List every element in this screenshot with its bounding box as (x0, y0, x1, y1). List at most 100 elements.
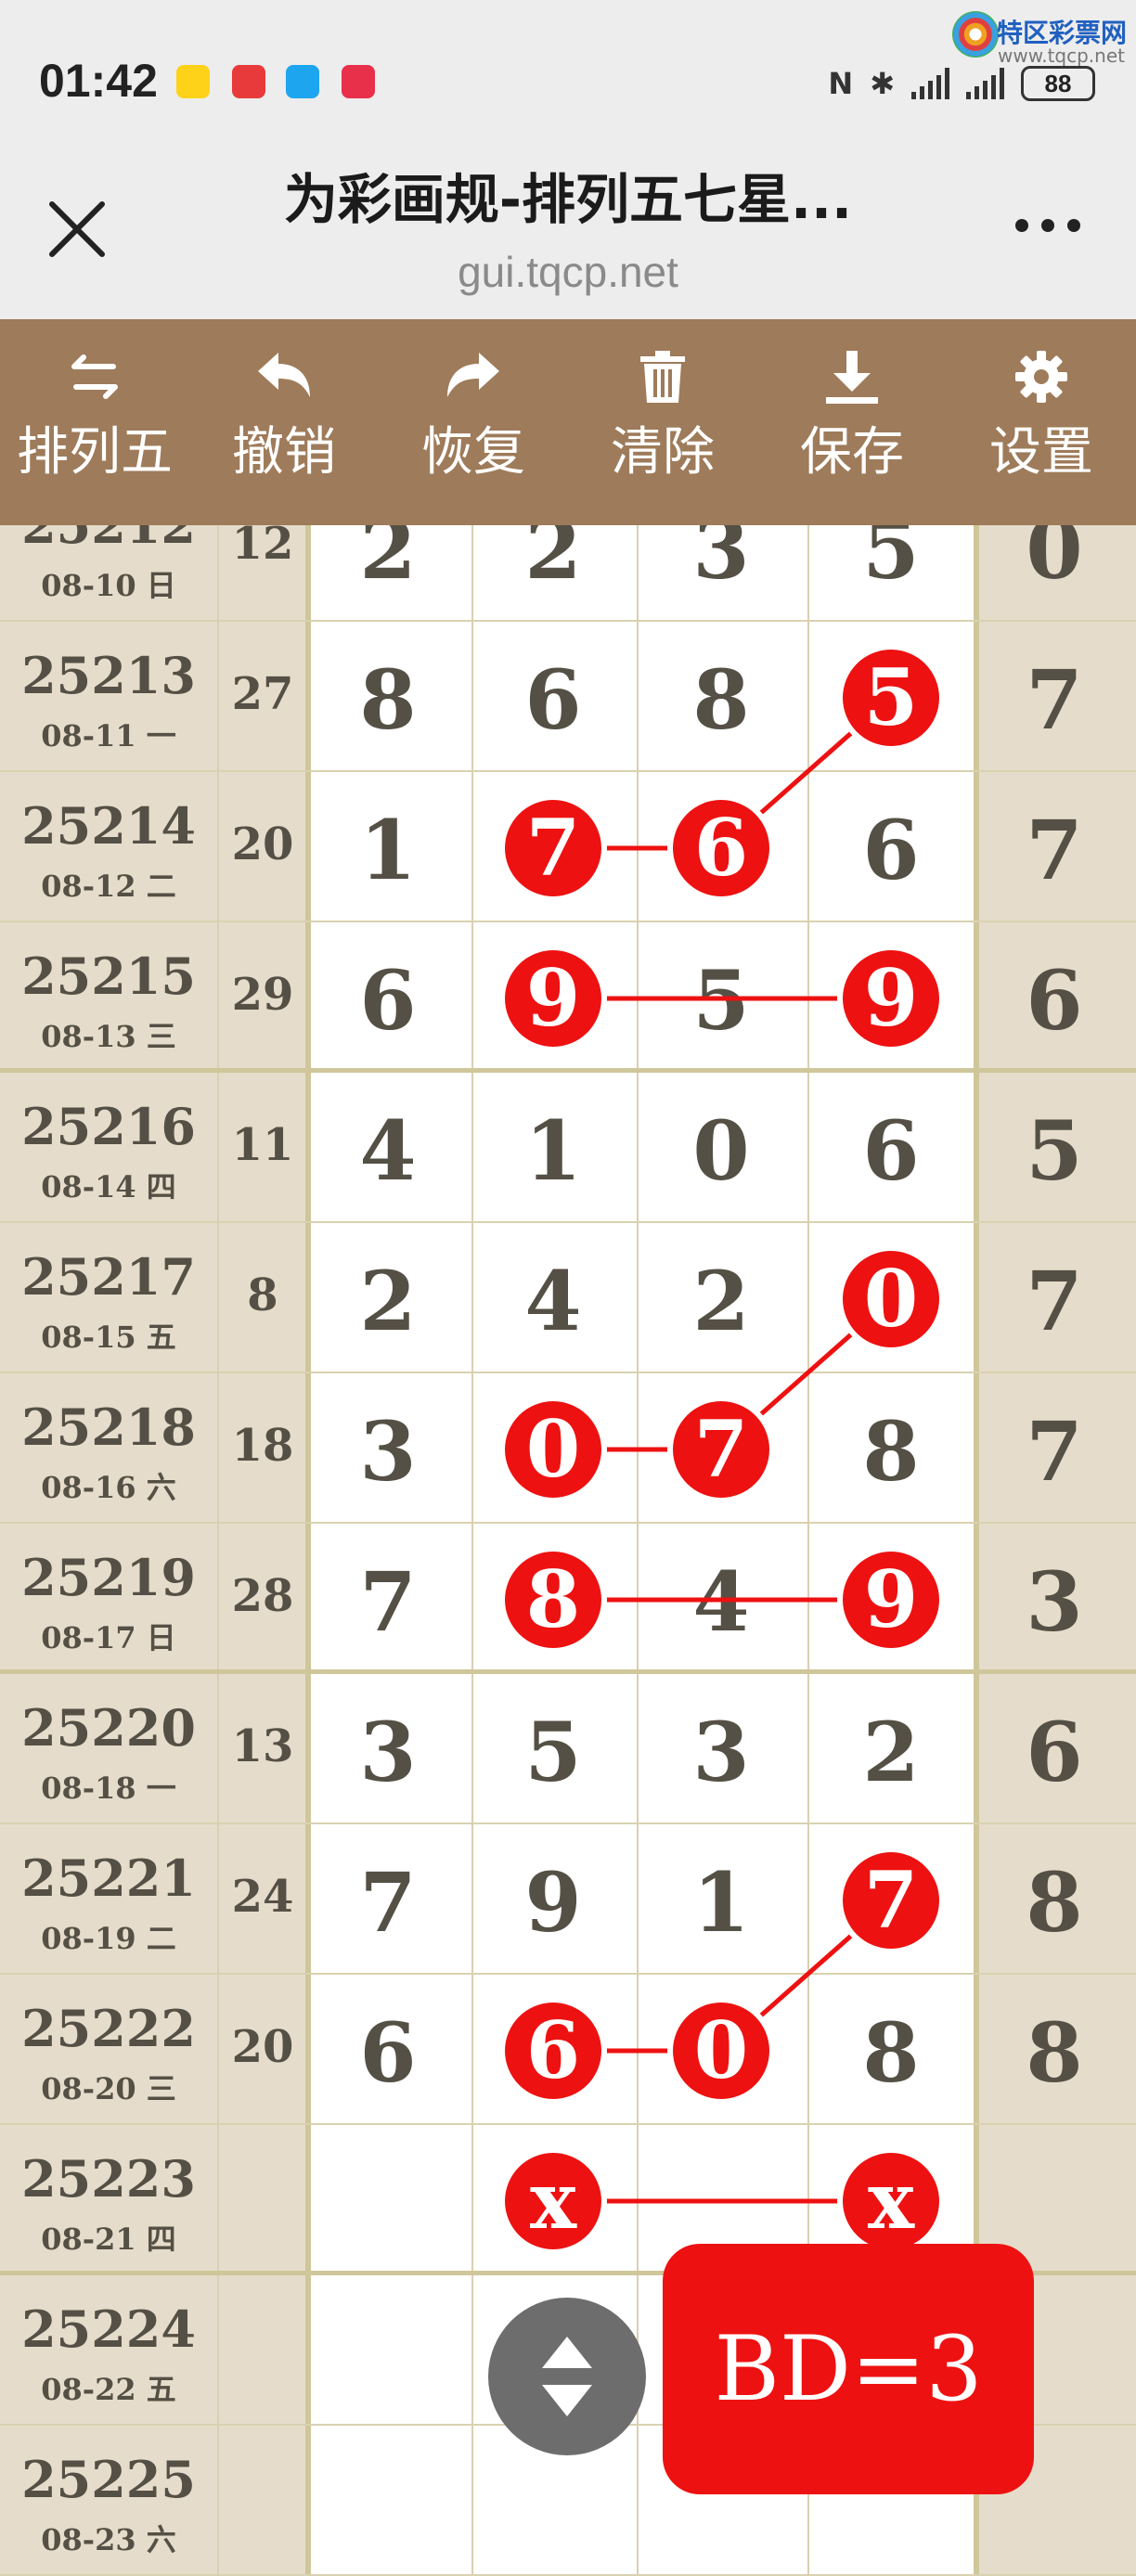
issue-number: 25212 (21, 525, 196, 555)
digit-cell[interactable]: 5 (675, 954, 768, 1047)
gear-icon (1012, 347, 1071, 406)
digit-cell[interactable]: 7 (342, 1856, 434, 1949)
undo-button[interactable]: 撤销 (189, 319, 379, 525)
digit-cell[interactable]: 3 (342, 1405, 434, 1498)
draw-row[interactable]: 25214 08-12 二 20 1 7 6 6 7 (0, 772, 1136, 922)
draw-row[interactable]: 25220 08-18 一 13 3 5 3 2 6 (0, 1674, 1136, 1824)
digit-cell[interactable]: 1 (675, 1856, 768, 1949)
digit-cell[interactable]: 3 (342, 1706, 434, 1798)
digit-cell[interactable]: 3 (675, 525, 768, 596)
digit-sum: 18 (231, 1420, 294, 1472)
settings-button[interactable]: 设置 (947, 319, 1136, 525)
digit-cell[interactable]: 6 (845, 804, 937, 896)
digit-cell[interactable]: 0 (1008, 525, 1101, 596)
issue-number: 25218 (21, 1397, 196, 1457)
digit-cell[interactable]: 9 (507, 1856, 600, 1949)
draw-row[interactable]: 25219 08-17 日 28 7 8 4 9 3 (0, 1524, 1136, 1674)
status-time: 01:42 (39, 55, 158, 107)
marked-digit-ball[interactable]: 9 (505, 950, 601, 1047)
red-app-notification-icon (232, 65, 265, 98)
digit-cell[interactable]: 3 (675, 1706, 768, 1798)
marked-digit-ball[interactable]: 0 (843, 1251, 939, 1347)
marked-digit-ball[interactable]: 6 (505, 2003, 601, 2099)
digit-cell[interactable]: 6 (1008, 954, 1101, 1047)
digit-cell[interactable]: 2 (507, 525, 600, 596)
digit-cell[interactable]: 1 (342, 804, 434, 896)
digit-cell[interactable]: 2 (342, 525, 434, 596)
digit-cell[interactable]: 4 (507, 1255, 600, 1347)
digit-cell[interactable]: 6 (342, 954, 434, 1047)
toolbar-label: 清除 (611, 422, 715, 483)
toolbar-label: 保存 (800, 422, 904, 483)
draw-row[interactable]: 25222 08-20 三 20 6 6 0 8 8 (0, 1975, 1136, 2125)
digit-sum: 24 (231, 1871, 294, 1923)
watermark-logo-icon (952, 11, 999, 58)
digit-cell[interactable]: 1 (507, 1104, 600, 1197)
draw-row[interactable]: 25216 08-14 四 11 4 1 0 6 5 (0, 1073, 1136, 1223)
digit-cell[interactable]: 2 (845, 1706, 937, 1798)
issue-number: 25222 (21, 1999, 196, 2058)
marked-digit-ball[interactable]: 7 (843, 1852, 939, 1949)
draw-row[interactable]: 25218 08-16 六 18 3 0 7 8 7 (0, 1373, 1136, 1524)
digit-cell[interactable]: 7 (1008, 653, 1101, 746)
digit-cell[interactable]: 7 (342, 1555, 434, 1648)
marked-digit-ball[interactable]: 5 (843, 650, 939, 746)
lottery-type-button[interactable]: 排列五 (0, 319, 189, 525)
digit-cell[interactable]: 6 (507, 653, 600, 746)
marked-digit-ball[interactable]: x (505, 2153, 601, 2249)
draw-row[interactable]: 25215 08-13 三 29 6 9 5 9 6 (0, 922, 1136, 1073)
marked-digit-ball[interactable]: 9 (843, 1552, 939, 1648)
draw-row[interactable]: 25212 08-10 日 12 2 2 3 5 0 (0, 525, 1136, 622)
marked-digit-ball[interactable]: 8 (505, 1552, 601, 1648)
toolbar: 排列五 撤销 恢复 清除 保存 设置 (0, 319, 1136, 525)
digit-cell[interactable]: 7 (1008, 804, 1101, 896)
digit-cell[interactable]: 6 (342, 2006, 434, 2099)
digit-cell[interactable]: 8 (845, 1405, 937, 1498)
sort-icon (542, 2337, 592, 2416)
signal-icon (911, 68, 949, 99)
more-options-icon[interactable] (1015, 219, 1080, 232)
marked-digit-ball[interactable]: 7 (673, 1401, 769, 1498)
digit-sum: 28 (231, 1570, 294, 1622)
draw-row[interactable]: 25217 08-15 五824207 (0, 1223, 1136, 1373)
marked-digit-ball[interactable]: 6 (673, 800, 769, 896)
digit-cell[interactable]: 5 (1008, 1104, 1101, 1197)
digit-cell[interactable]: 3 (1008, 1555, 1101, 1648)
digit-cell[interactable]: 7 (1008, 1255, 1101, 1347)
toolbar-label: 排列五 (17, 422, 173, 483)
status-bar: 01:42 特区彩票网 www.tqcp.net N ✱ 88 (0, 0, 1136, 158)
digit-cell[interactable]: 2 (675, 1255, 768, 1347)
digit-cell[interactable]: 4 (342, 1104, 434, 1197)
redo-button[interactable]: 恢复 (379, 319, 568, 525)
draw-row[interactable]: 25221 08-19 二 24 7 9 1 7 8 (0, 1824, 1136, 1975)
digit-cell[interactable]: 8 (1008, 1856, 1101, 1949)
digit-cell[interactable]: 5 (507, 1706, 600, 1798)
clear-button[interactable]: 清除 (568, 319, 757, 525)
digit-cell[interactable]: 6 (1008, 1706, 1101, 1798)
page-title: 为彩画规-排列五七星... (283, 168, 853, 231)
digit-cell[interactable]: 0 (675, 1104, 768, 1197)
marked-digit-ball[interactable]: 0 (673, 2003, 769, 2099)
digit-cell[interactable]: 6 (845, 1104, 937, 1197)
marked-digit-ball[interactable]: 7 (505, 800, 601, 896)
digit-sum: 13 (231, 1720, 294, 1772)
draw-row[interactable]: 25213 08-11 一 27 8 6 8 5 7 (0, 622, 1136, 772)
bd-result-badge[interactable]: BD=3 (663, 2244, 1034, 2494)
marked-digit-ball[interactable]: 0 (505, 1401, 601, 1498)
marked-digit-ball[interactable]: 9 (843, 950, 939, 1047)
chat-notification-icon (286, 65, 319, 98)
sort-button[interactable] (488, 2298, 646, 2455)
digit-cell[interactable]: 7 (1008, 1405, 1101, 1498)
digit-cell[interactable]: 8 (342, 653, 434, 746)
save-button[interactable]: 保存 (757, 319, 947, 525)
digit-cell[interactable]: 8 (1008, 2006, 1101, 2099)
digit-cell[interactable]: 2 (342, 1255, 434, 1347)
digit-cell[interactable]: 5 (845, 525, 937, 596)
digit-cell[interactable]: 8 (845, 2006, 937, 2099)
issue-number: 25214 (21, 796, 196, 856)
issue-number: 25224 (21, 2299, 196, 2359)
marked-digit-ball[interactable]: x (843, 2153, 939, 2249)
digit-cell[interactable]: 8 (675, 653, 768, 746)
digit-cell[interactable]: 4 (675, 1555, 768, 1648)
toolbar-label: 撤销 (232, 422, 336, 483)
